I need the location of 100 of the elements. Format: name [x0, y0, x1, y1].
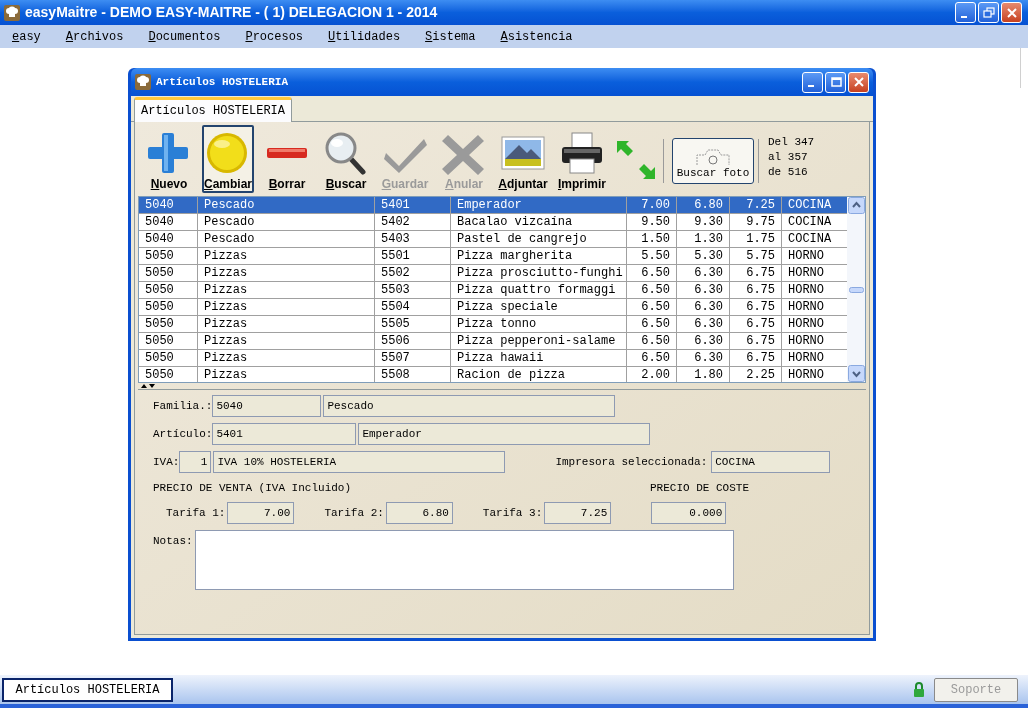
table-cell: 5040 — [139, 231, 198, 247]
table-cell: Pizzas — [198, 282, 375, 298]
restore-button[interactable] — [978, 2, 999, 23]
toolbar-button[interactable]: Cambiar — [202, 125, 254, 193]
dialog-title: Artículos HOSTELERIA — [156, 74, 289, 90]
table-cell: 5050 — [139, 299, 198, 315]
table-cell: 5050 — [139, 367, 198, 382]
app-icon — [4, 4, 20, 21]
table-cell: 5402 — [375, 214, 451, 230]
table-cell: 5050 — [139, 248, 198, 264]
table-cell: 6.30 — [677, 316, 730, 332]
table-cell: 5050 — [139, 265, 198, 281]
menu-item[interactable]: easy — [8, 27, 45, 46]
toolbar-button[interactable]: Imprimir — [556, 125, 608, 193]
minimize-button[interactable] — [955, 2, 976, 23]
table-cell: 6.75 — [730, 299, 782, 315]
field-label: Familia.: — [153, 398, 213, 414]
table-cell: 6.30 — [677, 350, 730, 366]
table-cell: 5050 — [139, 333, 198, 349]
camera-icon — [693, 147, 733, 167]
table-cell: Pizza margherita — [451, 248, 627, 264]
menu-item[interactable]: Utilidades — [324, 27, 405, 46]
table-cell: 5502 — [375, 265, 451, 281]
close-button[interactable] — [1001, 2, 1022, 23]
scrollbar[interactable] — [847, 197, 865, 382]
table-cell: 6.75 — [730, 350, 782, 366]
table-cell: Pizzas — [198, 367, 375, 382]
toolbar-button[interactable]: Buscar — [320, 125, 372, 193]
table-cell: Pizzas — [198, 316, 375, 332]
menu-item[interactable]: Procesos — [241, 27, 308, 46]
table-cell: 5040 — [139, 214, 198, 230]
field-label: Artículo: — [153, 426, 213, 442]
readonly-field: 7.25 — [544, 502, 612, 524]
table-cell: 5.75 — [730, 248, 782, 264]
table-cell: 6.30 — [677, 282, 730, 298]
readonly-field: 1 — [179, 451, 212, 473]
field-label: IVA: — [153, 454, 180, 470]
table-cell: 2.00 — [627, 367, 677, 382]
table-cell: 5050 — [139, 316, 198, 332]
table-row[interactable]: 5040 Pescado 5401 Emperador 7.00 6.80 7.25 COCINA — [139, 197, 847, 214]
close-button[interactable] — [848, 71, 869, 93]
taskbar-button[interactable]: Artículos HOSTELERIA — [2, 677, 173, 702]
table-cell: 5503 — [375, 282, 451, 298]
table-row[interactable]: 5040 Pescado 5402 Bacalao vizcaína 9.50 9.30 9.75 COCINA — [139, 214, 847, 231]
table-cell: 2.25 — [730, 367, 782, 382]
photo-search-button[interactable]: Buscar foto — [672, 138, 754, 184]
minimize-button[interactable] — [802, 71, 823, 93]
scroll-up-icon[interactable] — [847, 197, 865, 214]
table-cell: 1.75 — [730, 231, 782, 247]
table-cell: Pizzas — [198, 350, 375, 366]
table-cell: 5050 — [139, 282, 198, 298]
table-row[interactable]: 5050 Pizzas 5501 Pizza margherita 5.50 5.30 5.75 HORNO — [139, 248, 847, 265]
table-cell: Pizzas — [198, 248, 375, 264]
toolbar-button[interactable]: Adjuntar — [497, 125, 549, 193]
restore-icon — [982, 6, 995, 19]
toolbar-button[interactable]: Borrar — [261, 125, 313, 193]
table-row[interactable]: 5040 Pescado 5403 Pastel de cangrejo 1.50 1.30 1.75 COCINA — [139, 231, 847, 248]
table-cell: 6.75 — [730, 282, 782, 298]
table-cell: 5501 — [375, 248, 451, 264]
scroll-thumb[interactable] — [848, 286, 864, 293]
field-label: Tarifa 2: — [324, 505, 384, 521]
notes-field[interactable] — [195, 530, 734, 590]
table-cell: 9.50 — [627, 214, 677, 230]
table-cell: 6.50 — [627, 350, 677, 366]
table-cell: 5.30 — [677, 248, 730, 264]
table-row[interactable]: 5050 Pizzas 5506 Pizza pepperoni-salame 6.50 6.30 6.75 HORNO — [139, 333, 847, 350]
table-cell: 6.50 — [627, 333, 677, 349]
readonly-field: Pescado — [323, 395, 616, 417]
table-cell: 6.30 — [677, 265, 730, 281]
menu-item[interactable]: Archivos — [61, 27, 128, 46]
table-cell: Pescado — [198, 197, 375, 213]
splitter-arrows-icon — [140, 383, 156, 389]
minus-icon — [266, 147, 308, 159]
table-row[interactable]: 5050 Pizzas 5503 Pizza quattro formaggi 6.50 6.30 6.75 HORNO — [139, 282, 847, 299]
scroll-down-icon[interactable] — [847, 365, 865, 382]
table-cell: Pizza speciale — [451, 299, 627, 315]
maximize-button[interactable] — [825, 71, 846, 93]
tab[interactable]: Artículos HOSTELERIA — [134, 97, 293, 122]
table-cell: Pizza tonno — [451, 316, 627, 332]
readonly-field: Emperador — [358, 423, 651, 445]
table-row[interactable]: 5050 Pizzas 5502 Pizza prosciutto-funghi 6.50 6.30 6.75 HORNO — [139, 265, 847, 282]
menu-item[interactable]: Asistencia — [496, 27, 577, 46]
table-cell: 9.75 — [730, 214, 782, 230]
toolbar-button[interactable]: Nuevo — [143, 125, 195, 193]
table-cell: 5504 — [375, 299, 451, 315]
table-cell: Pizzas — [198, 299, 375, 315]
section-heading: PRECIO DE VENTA (IVA Incluido) — [153, 480, 353, 496]
table-cell: 9.30 — [677, 214, 730, 230]
table-row[interactable]: 5050 Pizzas 5507 Pizza hawaii 6.50 6.30 6.75 HORNO — [139, 350, 847, 367]
table-cell: 6.75 — [730, 316, 782, 332]
table-cell: 5401 — [375, 197, 451, 213]
table-row[interactable]: 5050 Pizzas 5505 Pizza tonno 6.50 6.30 6.75 HORNO — [139, 316, 847, 333]
table-row[interactable]: 5050 Pizzas 5504 Pizza speciale 6.50 6.30 6.75 HORNO — [139, 299, 847, 316]
field-label: Tarifa 3: — [482, 505, 543, 521]
table-cell: 1.50 — [627, 231, 677, 247]
menu-item[interactable]: Documentos — [144, 27, 225, 46]
table-cell: 5040 — [139, 197, 198, 213]
readonly-field: 7.00 — [227, 502, 295, 524]
readonly-field: 6.80 — [385, 502, 453, 524]
menu-item[interactable]: Sistema — [421, 27, 480, 46]
